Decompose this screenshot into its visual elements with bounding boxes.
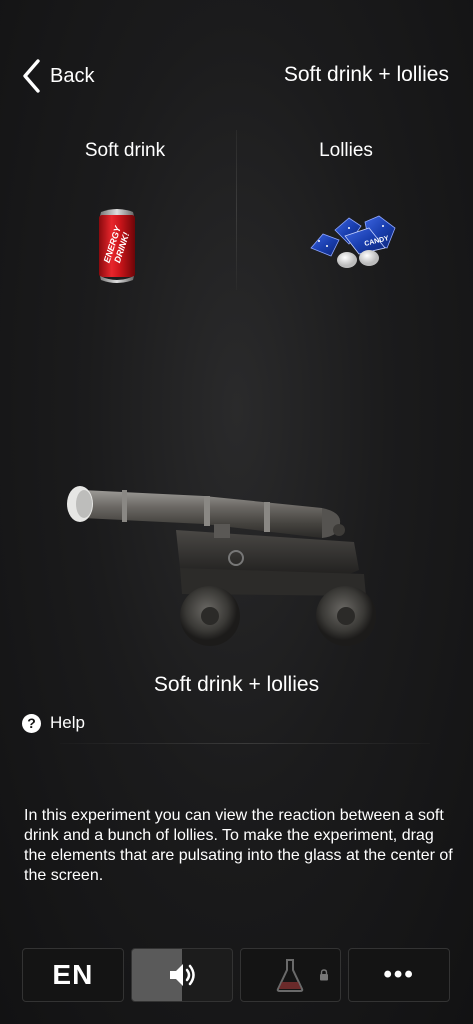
language-button[interactable]: EN: [22, 948, 124, 1002]
bottom-toolbar: EN •••: [22, 948, 450, 1002]
lollies-icon[interactable]: CANDY: [309, 214, 401, 272]
cannon-icon: [67, 486, 376, 646]
soft-drink-can-icon[interactable]: ENERGY DRINK!: [97, 206, 137, 284]
sound-toggle[interactable]: [130, 948, 233, 1002]
language-label: EN: [52, 959, 94, 990]
experiment-title: Soft drink + lollies: [153, 673, 320, 696]
speaker-icon: [169, 964, 195, 986]
help-button[interactable]: ? Help: [22, 713, 85, 733]
chevron-left-icon: [23, 59, 40, 93]
help-icon: ?: [22, 713, 41, 733]
ingredient-label-lollies: Lollies: [319, 140, 373, 161]
page-title: Soft drink + lollies: [283, 63, 449, 86]
more-button[interactable]: •••: [348, 948, 450, 1002]
column-divider: [236, 130, 237, 290]
experiments-button-locked[interactable]: [239, 948, 342, 1002]
ingredient-label-soft-drink: Soft drink: [84, 140, 166, 161]
back-label: Back: [50, 64, 95, 87]
help-label: Help: [50, 713, 85, 732]
back-button[interactable]: Back: [22, 58, 94, 94]
lock-icon: [319, 969, 328, 981]
more-icon: •••: [383, 961, 415, 988]
help-divider: [60, 743, 430, 744]
flask-icon: [277, 959, 304, 992]
experiment-description: In this experiment you can view the reac…: [24, 807, 453, 884]
